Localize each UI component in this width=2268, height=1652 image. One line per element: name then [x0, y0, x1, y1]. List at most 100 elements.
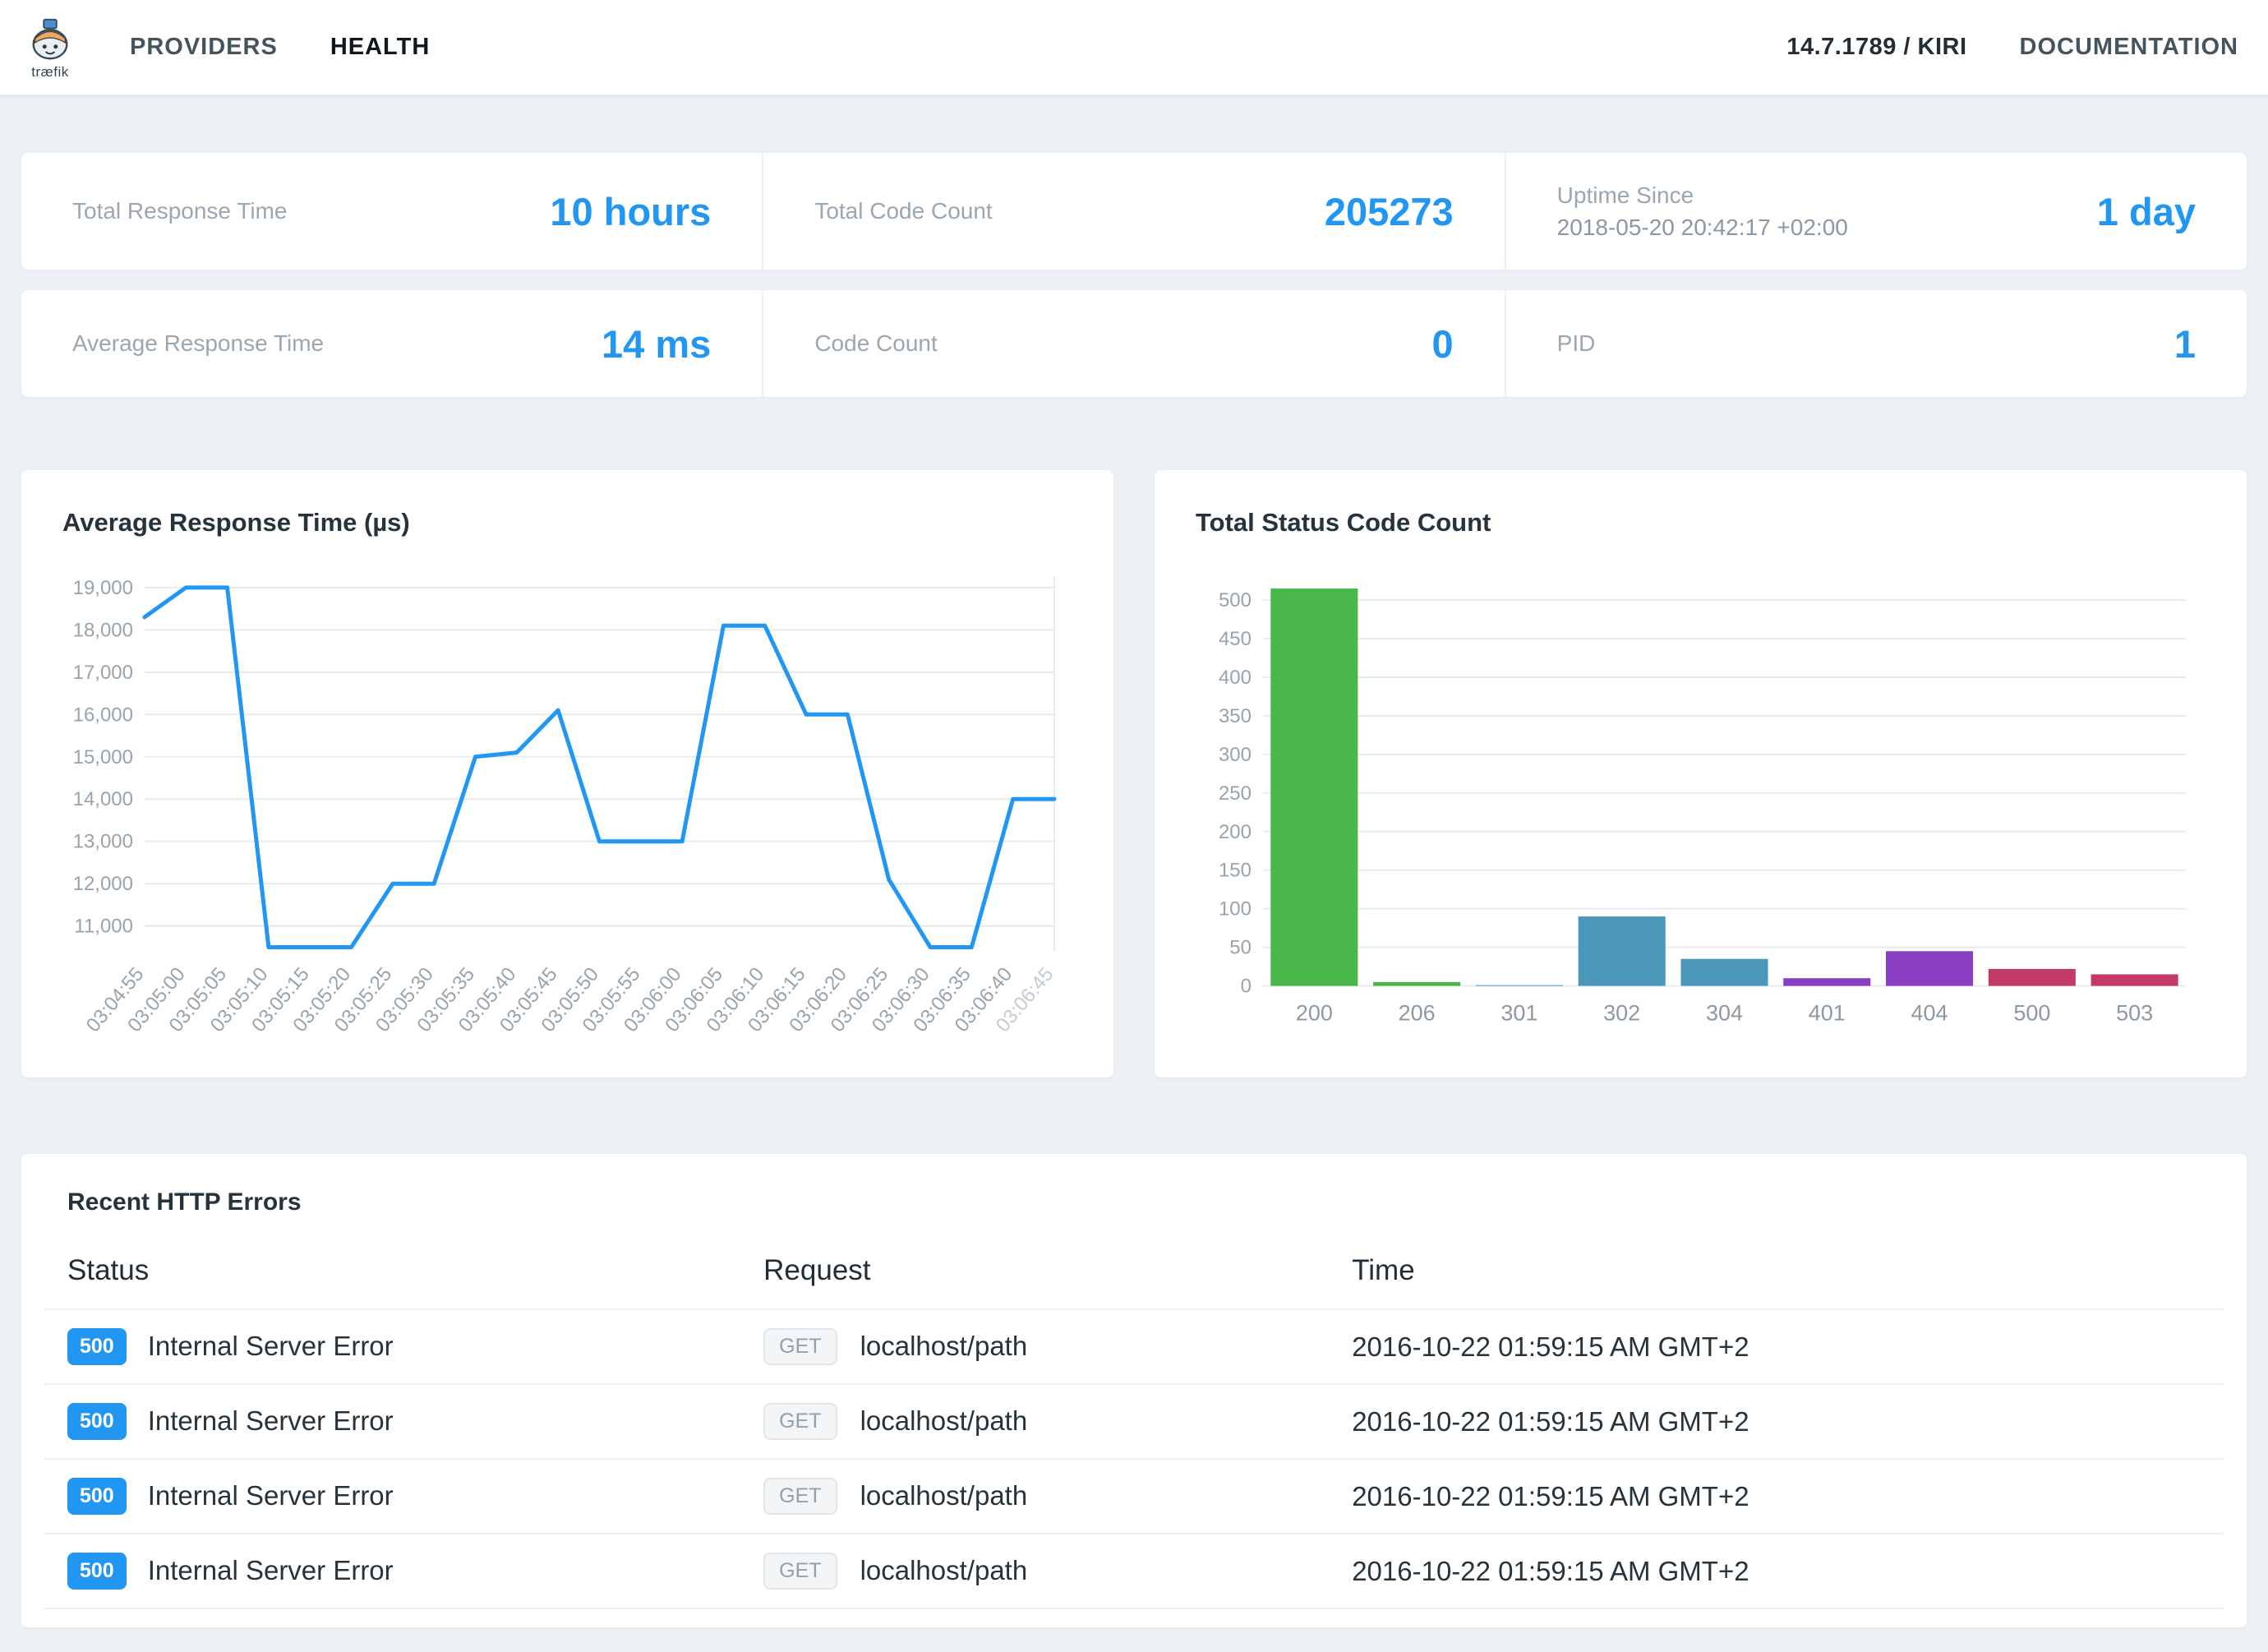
stat-value: 205273	[1325, 189, 1454, 234]
response-time-chart-title: Average Response Time (µs)	[62, 508, 1072, 538]
nav-item-health[interactable]: HEALTH	[330, 34, 430, 61]
svg-text:500: 500	[2013, 1001, 2050, 1026]
error-time: 2016-10-22 01:59:15 AM GMT+2	[1352, 1534, 2224, 1608]
svg-text:404: 404	[1911, 1001, 1948, 1026]
logo-wordmark: træfik	[31, 64, 69, 81]
nav-item-providers[interactable]: PROVIDERS	[130, 34, 278, 61]
svg-text:50: 50	[1229, 937, 1252, 959]
request-path: localhost/path	[860, 1405, 1028, 1436]
response-time-line-chart: 11,000 12,000 13,000 14,000 15,000 16,000 17,0…	[62, 565, 1072, 1074]
request-path: localhost/path	[860, 1480, 1028, 1511]
stat-label: Total Code Count	[814, 198, 992, 224]
request-path: localhost/path	[860, 1555, 1028, 1585]
error-time: 2016-10-22 01:59:15 AM GMT+2	[1352, 1459, 2224, 1534]
svg-text:100: 100	[1219, 898, 1252, 921]
stat-average-response-time: Average Response Time 14 ms	[21, 290, 762, 397]
navbar-right: 14.7.1789 / KIRI DOCUMENTATION	[1786, 34, 2238, 61]
svg-text:304: 304	[1706, 1001, 1743, 1026]
errors-table-header: Status Request Time	[44, 1244, 2224, 1309]
stat-value: 0	[1432, 321, 1454, 367]
error-time: 2016-10-22 01:59:15 AM GMT+2	[1352, 1309, 2224, 1384]
error-table-row: 500 Internal Server Error GET localhost/pat…	[44, 1309, 2224, 1384]
http-method-badge: GET	[763, 1478, 837, 1515]
svg-text:13,000: 13,000	[73, 831, 133, 853]
svg-text:200: 200	[1296, 1001, 1333, 1026]
traefik-logo[interactable]: træfik	[25, 14, 76, 81]
stat-value: 10 hours	[550, 189, 711, 234]
svg-text:302: 302	[1603, 1001, 1640, 1026]
error-time: 2016-10-22 01:59:15 AM GMT+2	[1352, 1384, 2224, 1459]
recent-errors-card: Recent HTTP Errors Status Request Time 5…	[21, 1154, 2247, 1627]
svg-text:250: 250	[1219, 782, 1252, 805]
status-text: Internal Server Error	[148, 1405, 394, 1436]
status-code-badge: 500	[67, 1478, 127, 1515]
stat-value: 1 day	[2097, 189, 2196, 234]
stats-row-totals: Total Response Time 10 hours Total Code …	[21, 153, 2247, 270]
svg-text:401: 401	[1809, 1001, 1846, 1026]
error-table-row: 500 Internal Server Error GET localhost/pat…	[44, 1459, 2224, 1534]
recent-errors-title: Recent HTTP Errors	[44, 1188, 2224, 1216]
svg-text:503: 503	[2116, 1001, 2153, 1026]
error-table-row: 500 Internal Server Error GET localhost/pat…	[44, 1384, 2224, 1459]
status-text: Internal Server Error	[148, 1555, 394, 1585]
stat-label: Average Response Time	[72, 330, 324, 357]
uptime-label-group: Uptime Since 2018-05-20 20:42:17 +02:00	[1557, 182, 1848, 241]
http-method-badge: GET	[763, 1403, 837, 1440]
page-content: Total Response Time 10 hours Total Code …	[0, 153, 2268, 1652]
svg-text:300: 300	[1219, 744, 1252, 766]
status-text: Internal Server Error	[148, 1331, 394, 1361]
response-time-chart-card: Average Response Time (µs) 11,00012,0001…	[21, 470, 1113, 1077]
svg-text:400: 400	[1219, 667, 1252, 689]
svg-text:301: 301	[1500, 1001, 1537, 1026]
status-code-badge: 500	[67, 1403, 127, 1440]
svg-text:11,000: 11,000	[74, 916, 133, 938]
svg-text:150: 150	[1219, 860, 1252, 882]
uptime-since-datetime: 2018-05-20 20:42:17 +02:00	[1557, 215, 1848, 241]
column-header-time: Time	[1352, 1244, 2224, 1309]
main-nav: PROVIDERS HEALTH	[130, 34, 1786, 61]
stat-total-response-time: Total Response Time 10 hours	[21, 153, 762, 270]
stat-pid: PID 1	[1505, 290, 2247, 397]
svg-text:14,000: 14,000	[73, 788, 133, 810]
version-label: 14.7.1789 / KIRI	[1786, 34, 1966, 61]
stat-label: Uptime Since	[1557, 182, 1848, 209]
errors-table: Status Request Time 500 Internal Server E…	[44, 1244, 2224, 1609]
errors-table-body: 500 Internal Server Error GET localhost/pat…	[44, 1309, 2224, 1608]
nav-item-documentation[interactable]: DOCUMENTATION	[2020, 34, 2238, 61]
stat-value: 14 ms	[602, 321, 711, 367]
error-table-row: 500 Internal Server Error GET localhost/pat…	[44, 1534, 2224, 1608]
http-method-badge: GET	[763, 1328, 837, 1365]
svg-text:12,000: 12,000	[73, 873, 133, 895]
stat-label: Total Response Time	[72, 198, 287, 224]
svg-text:200: 200	[1219, 821, 1252, 843]
request-path: localhost/path	[860, 1331, 1028, 1361]
stats-row-current: Average Response Time 14 ms Code Count 0…	[21, 290, 2247, 397]
status-code-bar-chart: 0 50 100 150 200 250 300 350 400 450 500 200 206 301 3…	[1196, 565, 2206, 1074]
charts-row: Average Response Time (µs) 11,00012,0001…	[21, 470, 2247, 1077]
svg-text:500: 500	[1219, 589, 1252, 611]
svg-text:17,000: 17,000	[73, 662, 133, 684]
svg-text:19,000: 19,000	[73, 577, 133, 599]
status-code-chart-title: Total Status Code Count	[1196, 508, 2206, 538]
column-header-status: Status	[44, 1244, 763, 1309]
status-code-chart-card: Total Status Code Count 0 50 100 150 200 250 3…	[1155, 470, 2247, 1077]
stat-label: PID	[1557, 330, 1596, 357]
status-code-badge: 500	[67, 1553, 127, 1590]
svg-text:15,000: 15,000	[73, 746, 133, 768]
svg-text:350: 350	[1219, 705, 1252, 727]
column-header-request: Request	[763, 1244, 1352, 1309]
svg-text:16,000: 16,000	[73, 704, 133, 726]
traefik-mascot-icon	[25, 14, 76, 65]
http-method-badge: GET	[763, 1553, 837, 1590]
svg-text:206: 206	[1399, 1001, 1436, 1026]
stat-value: 1	[2174, 321, 2196, 367]
stat-label: Code Count	[814, 330, 937, 357]
svg-text:18,000: 18,000	[73, 619, 133, 641]
status-code-badge: 500	[67, 1328, 127, 1365]
navbar: træfik PROVIDERS HEALTH 14.7.1789 / KIRI…	[0, 0, 2268, 95]
svg-text:450: 450	[1219, 628, 1252, 650]
stat-code-count: Code Count 0	[762, 290, 1504, 397]
stat-uptime: Uptime Since 2018-05-20 20:42:17 +02:00 …	[1505, 153, 2247, 270]
status-text: Internal Server Error	[148, 1480, 394, 1511]
svg-text:0: 0	[1241, 976, 1252, 998]
